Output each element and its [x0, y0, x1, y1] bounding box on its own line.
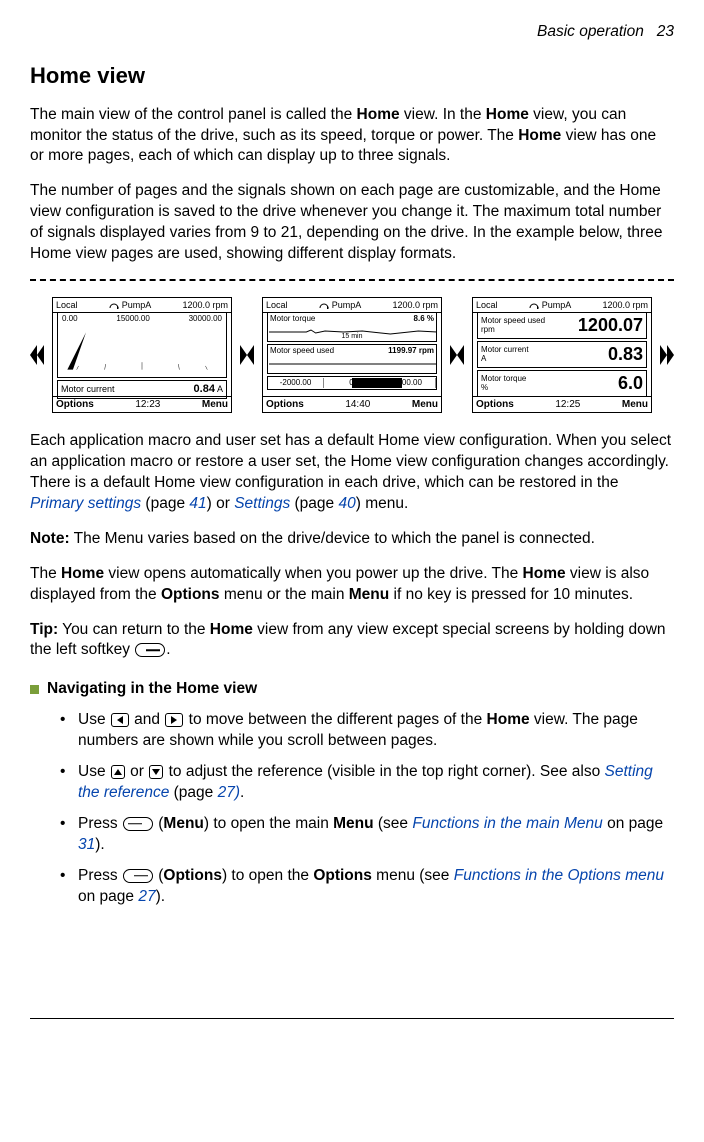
right-arrow-key-icon [165, 713, 183, 727]
bullet-list: Use and to move between the different pa… [30, 710, 674, 907]
link-page-27b[interactable]: 27 [138, 888, 155, 905]
nav-arrow-sep-1 [240, 345, 254, 365]
left-softkey-icon [135, 643, 165, 657]
note: Note: The Menu varies based on the drive… [30, 529, 674, 550]
link-page-41[interactable]: 41 [189, 495, 206, 512]
header-section: Basic operation [537, 23, 644, 40]
down-arrow-key-icon [149, 765, 163, 779]
nav-arrow-last [660, 345, 674, 365]
up-arrow-key-icon [111, 765, 125, 779]
tip: Tip: You can return to the Home view fro… [30, 620, 674, 662]
link-page-40[interactable]: 40 [338, 495, 355, 512]
figures-row: Local PumpA 1200.0 rpm 0.00 15000.00 300… [30, 293, 674, 417]
nav-arrow-sep-2 [450, 345, 464, 365]
para1: The main view of the control panel is ca… [30, 105, 674, 168]
link-functions-options-menu[interactable]: Functions in the Options menu [454, 867, 664, 884]
link-page-27a[interactable]: 27) [218, 784, 240, 801]
para2: The number of pages and the signals show… [30, 181, 674, 265]
bullet-4: Press (Options) to open the Options menu… [60, 866, 674, 908]
page-title: Home view [30, 61, 674, 91]
home-screen-2: Local PumpA 1200.0 rpm Motor torque 8.6 … [262, 297, 442, 413]
header-page: 23 [657, 23, 674, 40]
home-screen-3: Local PumpA 1200.0 rpm Motor speed usedr… [472, 297, 652, 413]
para4: The Home view opens automatically when y… [30, 564, 674, 606]
footer-rule [30, 1018, 674, 1019]
bullet-2: Use or to adjust the reference (visible … [60, 762, 674, 804]
link-settings[interactable]: Settings [234, 495, 290, 512]
link-functions-main-menu[interactable]: Functions in the main Menu [412, 815, 602, 832]
home-screen-1: Local PumpA 1200.0 rpm 0.00 15000.00 300… [52, 297, 232, 413]
bullet-1: Use and to move between the different pa… [60, 710, 674, 752]
bullet-3: Press (Menu) to open the main Menu (see … [60, 814, 674, 856]
figures: Local PumpA 1200.0 rpm 0.00 15000.00 300… [30, 279, 674, 417]
nav-arrow-first [30, 345, 44, 365]
square-bullet-icon [30, 685, 39, 694]
link-page-31[interactable]: 31 [78, 836, 95, 853]
link-primary-settings[interactable]: Primary settings [30, 495, 141, 512]
right-softkey-icon [123, 817, 153, 831]
page-header: Basic operation 23 [30, 22, 674, 43]
subheading: Navigating in the Home view [30, 679, 674, 700]
dashed-border-top [30, 279, 674, 281]
left-arrow-key-icon [111, 713, 129, 727]
para3: Each application macro and user set has … [30, 431, 674, 515]
left-softkey-icon-2 [123, 869, 153, 883]
